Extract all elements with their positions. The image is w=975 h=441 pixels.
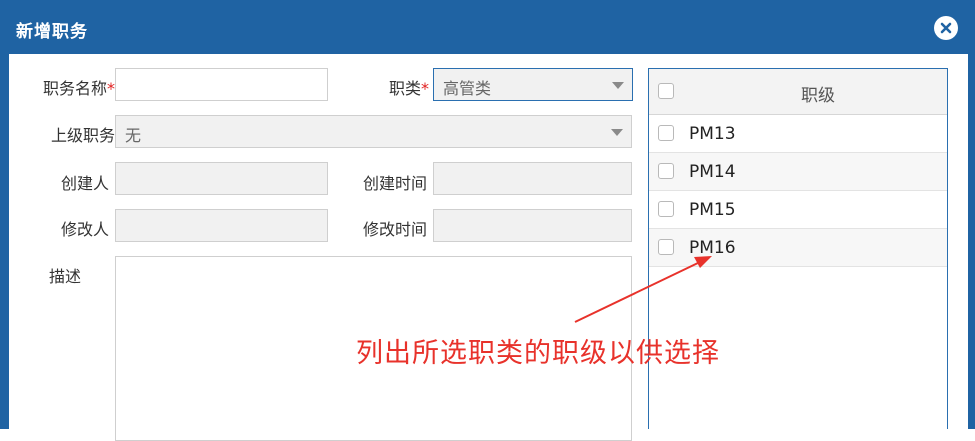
grade-label: PM15 (689, 200, 736, 220)
grade-column-header: 职级 (801, 86, 835, 106)
modifier-label: 修改人 (60, 220, 109, 239)
grade-row[interactable]: PM14 (649, 153, 947, 191)
grade-checkbox[interactable] (658, 201, 674, 217)
position-name-input[interactable] (115, 68, 328, 101)
add-position-dialog: 新增职务 职务名称* 职类* 高管类 上级职务 无 创建人 创建时间 修改人 修 (0, 0, 975, 441)
grade-label: PM14 (689, 162, 736, 182)
category-select[interactable]: 高管类 (433, 68, 633, 101)
modifier-field (115, 209, 328, 242)
grade-checkbox[interactable] (658, 163, 674, 179)
grade-row[interactable]: PM15 (649, 191, 947, 229)
close-circle-icon (940, 22, 952, 34)
creator-label: 创建人 (60, 174, 109, 193)
position-name-label: 职务名称* (42, 79, 115, 98)
description-label: 描述 (48, 267, 81, 286)
dialog-body: 职务名称* 职类* 高管类 上级职务 无 创建人 创建时间 修改人 修改时间 描… (9, 54, 968, 441)
grade-checkbox[interactable] (658, 125, 674, 141)
created-time-field (433, 162, 632, 195)
grade-checkbox[interactable] (658, 239, 674, 255)
parent-position-selected-value: 无 (125, 126, 142, 145)
annotation-text: 列出所选职类的职级以供选择 (356, 338, 720, 369)
parent-position-label: 上级职务 (50, 126, 115, 145)
grade-label: PM16 (689, 238, 736, 258)
modified-time-label: 修改时间 (362, 220, 427, 239)
grade-row[interactable]: PM16 (649, 229, 947, 267)
created-time-label: 创建时间 (362, 174, 427, 193)
chevron-down-icon (612, 82, 624, 89)
dialog-titlebar: 新增职务 (0, 0, 975, 54)
grade-label: PM13 (689, 124, 736, 144)
grade-list-header: 职级 (649, 69, 947, 115)
chevron-down-icon (611, 129, 623, 136)
category-selected-value: 高管类 (443, 79, 492, 98)
category-label: 职类* (388, 79, 429, 98)
parent-position-select[interactable]: 无 (115, 115, 632, 148)
creator-field (115, 162, 328, 195)
modified-time-field (433, 209, 632, 242)
grade-row[interactable]: PM13 (649, 115, 947, 153)
grade-list-panel: 职级 PM13 PM14 PM15 PM16 (648, 68, 948, 429)
close-button[interactable] (934, 16, 958, 40)
dialog-title: 新增职务 (16, 22, 88, 42)
